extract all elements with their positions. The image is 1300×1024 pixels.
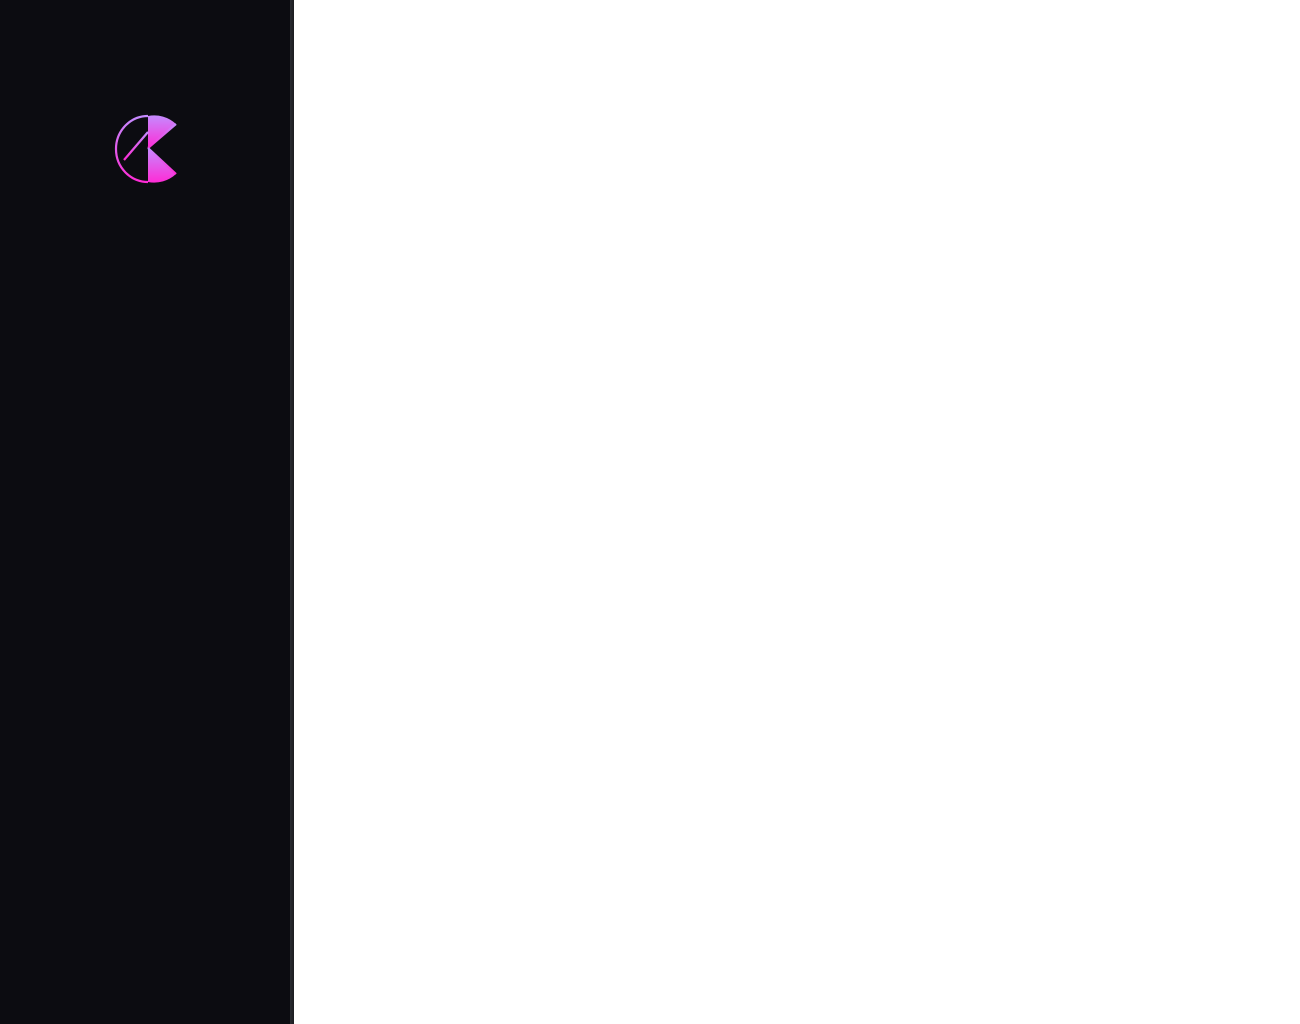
brand-logo[interactable] [114, 114, 180, 184]
main-content [294, 0, 1300, 1024]
sidebar [0, 0, 290, 1024]
brand-logo-icon [114, 114, 177, 184]
app-window [0, 0, 1300, 1024]
